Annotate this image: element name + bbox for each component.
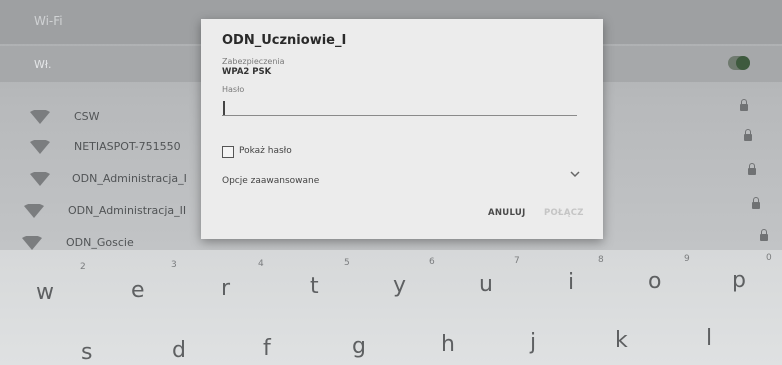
lock-icon xyxy=(748,163,756,175)
network-name: ODN_Goscie xyxy=(66,236,134,249)
key-hint: 9 xyxy=(684,254,690,264)
wifi-signal-icon xyxy=(30,140,50,154)
key-y[interactable]: y xyxy=(393,275,406,297)
key-l[interactable]: l xyxy=(706,328,712,350)
cancel-button[interactable]: ANULUJ xyxy=(488,208,526,218)
key-hint: 5 xyxy=(344,258,350,268)
text-caret xyxy=(223,101,225,115)
lock-icon xyxy=(752,197,760,209)
screen-title: Wi-Fi xyxy=(34,14,63,28)
lock-icon xyxy=(740,99,748,111)
key-hint: 0 xyxy=(766,253,772,263)
key-h[interactable]: h xyxy=(441,334,455,356)
wifi-toggle-label: Wł. xyxy=(34,58,52,71)
key-d[interactable]: d xyxy=(172,340,186,362)
key-t[interactable]: t xyxy=(310,276,319,298)
key-f[interactable]: f xyxy=(263,338,271,360)
key-o[interactable]: o xyxy=(648,271,661,293)
network-name: ODN_Administracja_II xyxy=(68,204,187,217)
wifi-signal-icon xyxy=(30,110,50,124)
key-hint: 4 xyxy=(258,259,264,269)
key-i[interactable]: i xyxy=(568,272,574,294)
key-j[interactable]: j xyxy=(530,332,536,354)
chevron-down-icon[interactable] xyxy=(569,169,581,179)
password-input[interactable] xyxy=(222,99,577,116)
network-name: NETIASPOT-751550 xyxy=(74,140,181,153)
key-p[interactable]: p xyxy=(732,270,746,292)
wifi-signal-icon xyxy=(30,172,50,186)
key-e[interactable]: e xyxy=(131,280,145,302)
wifi-toggle-switch[interactable] xyxy=(728,56,750,70)
wifi-signal-icon xyxy=(22,236,42,250)
key-w[interactable]: w xyxy=(36,282,54,304)
on-screen-keyboard: 2 3 4 5 6 7 8 9 0 w e r t y u i o p s d … xyxy=(0,250,782,365)
wifi-password-dialog: ODN_Uczniowie_I Zabezpieczenia WPA2 PSK … xyxy=(201,19,603,239)
advanced-options-label[interactable]: Opcje zaawansowane xyxy=(222,176,319,186)
key-hint: 8 xyxy=(598,255,604,265)
security-label: Zabezpieczenia xyxy=(222,57,285,66)
key-u[interactable]: u xyxy=(479,274,493,296)
key-hint: 2 xyxy=(80,262,86,272)
lock-icon xyxy=(744,129,752,141)
key-hint: 7 xyxy=(514,256,520,266)
key-r[interactable]: r xyxy=(221,278,230,300)
show-password-label[interactable]: Pokaż hasło xyxy=(239,146,292,156)
connect-button[interactable]: POŁĄCZ xyxy=(544,208,584,218)
key-hint: 3 xyxy=(171,260,177,270)
key-s[interactable]: s xyxy=(81,342,92,364)
key-hint: 6 xyxy=(429,257,435,267)
network-name: CSW xyxy=(74,110,100,123)
dialog-title: ODN_Uczniowie_I xyxy=(222,33,347,48)
network-name: ODN_Administracja_I xyxy=(72,172,187,185)
password-label: Hasło xyxy=(222,85,245,94)
key-k[interactable]: k xyxy=(615,330,628,352)
security-value: WPA2 PSK xyxy=(222,67,272,77)
key-g[interactable]: g xyxy=(352,336,366,358)
lock-icon xyxy=(760,229,768,241)
show-password-checkbox[interactable] xyxy=(222,146,234,158)
wifi-signal-icon xyxy=(24,204,44,218)
